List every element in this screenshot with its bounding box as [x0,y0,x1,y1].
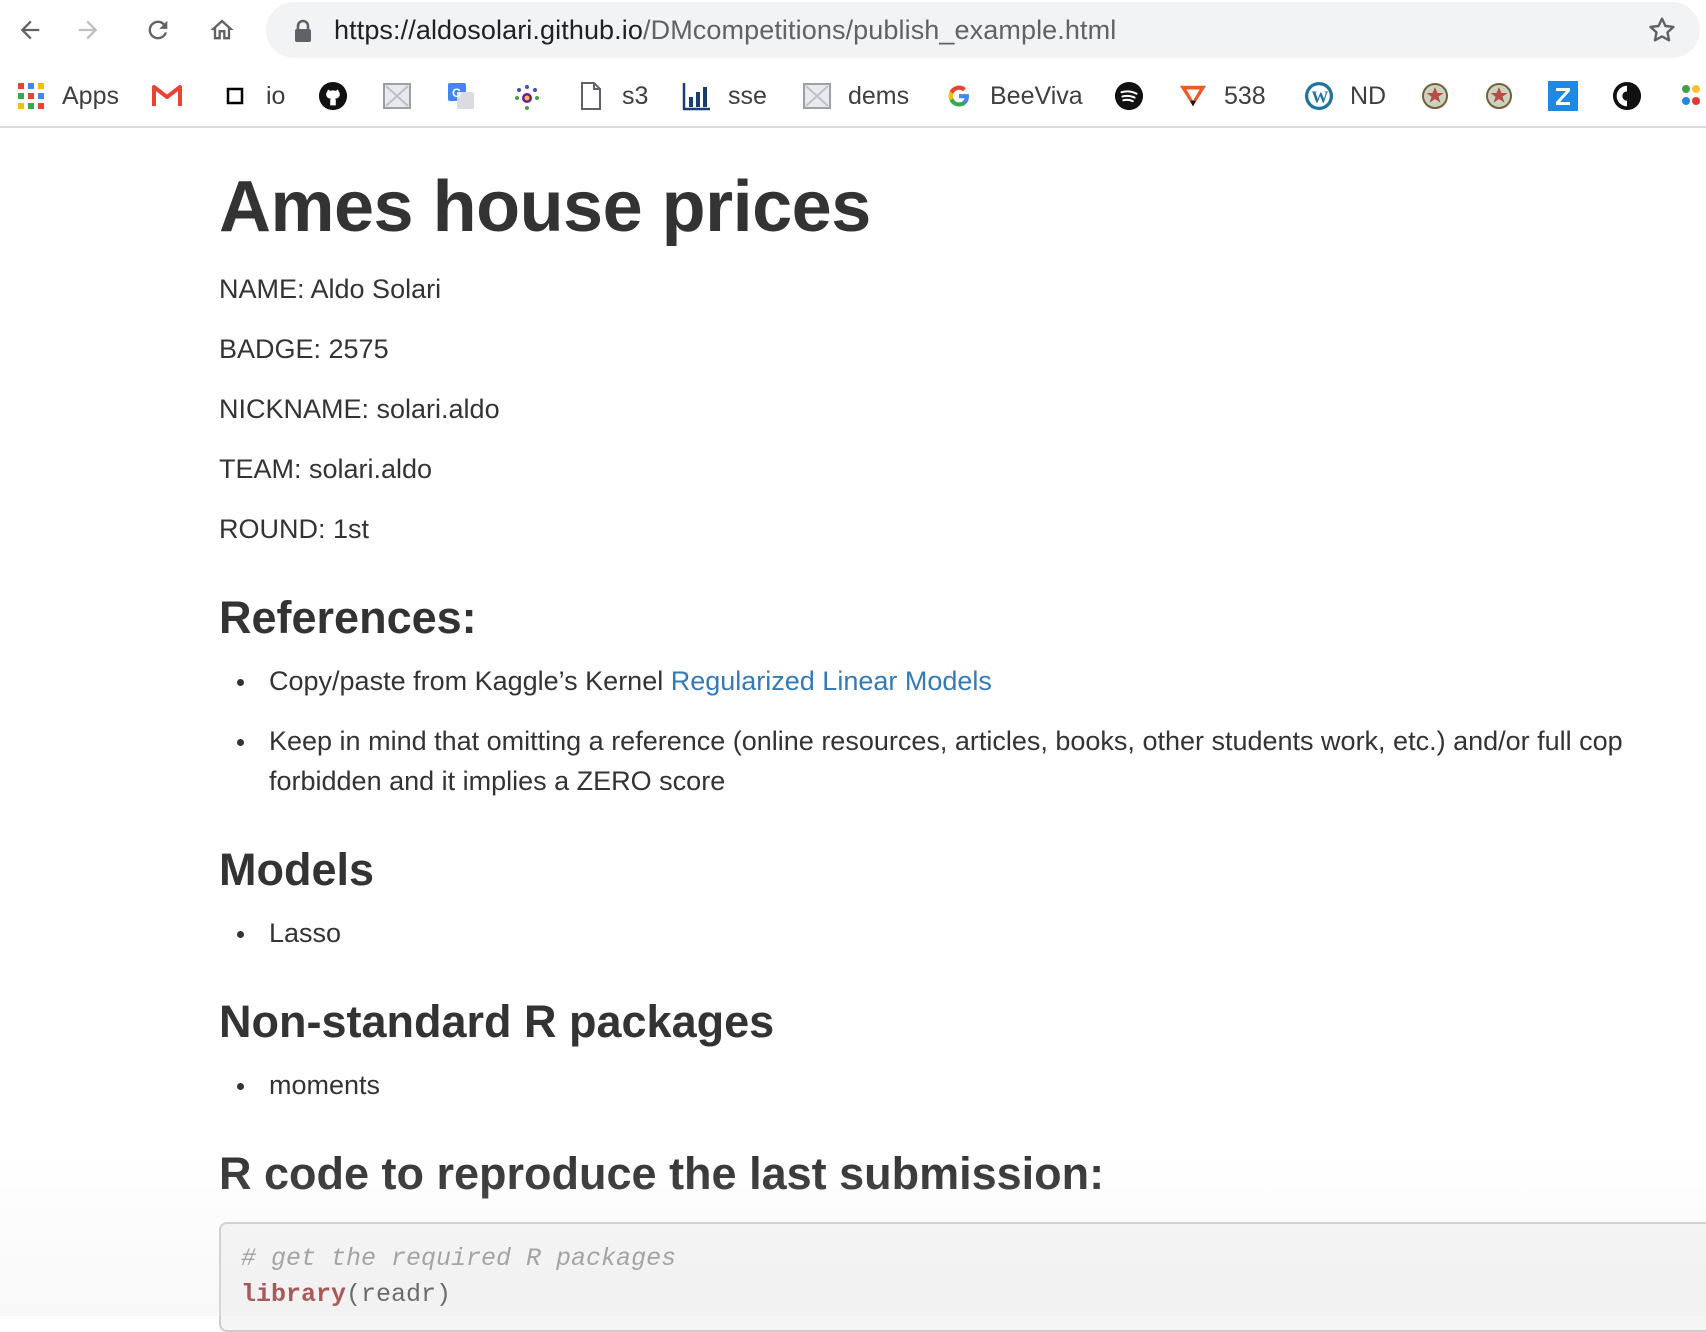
name-field: NAME: Aldo Solari [219,274,442,304]
flower-icon [512,81,542,111]
bookmark-translate[interactable]: G [446,78,476,114]
regularized-linear-models-link[interactable]: Regularized Linear Models [671,666,992,696]
code-line: library(readr) [241,1280,451,1309]
url-text[interactable]: https://aldosolari.github.io/DMcompetiti… [334,15,1116,46]
round-field: ROUND: 1st [219,514,370,544]
emblem-icon [1420,81,1450,111]
packages-heading: Non-standard R packages [219,996,775,1047]
team-field: TEAM: solari.aldo [219,454,433,484]
code-arguments: (readr) [346,1280,452,1309]
bookmark-apps[interactable]: Apps [16,78,119,114]
reference-text: Copy/paste from Kaggle’s Kernel [269,666,671,696]
bookmarks-bar: Apps io G s3 sse dems BeeViva 538 W ND [0,68,1706,128]
bookmark-538[interactable]: 538 [1178,78,1266,114]
bookmark-label: Apps [62,81,119,110]
star-icon[interactable] [1646,14,1678,46]
code-heading: R code to reproduce the last submission: [219,1148,1105,1199]
bookmark-label: s3 [622,81,649,110]
bookmark-dems[interactable]: dems [802,78,909,114]
broken-image-icon [802,81,832,111]
bookmark-s3[interactable]: s3 [576,78,648,114]
models-heading: Models [219,844,375,895]
badge-field: BADGE: 2575 [219,334,389,364]
lock-icon [295,19,311,42]
github-icon [318,81,348,111]
apps-grid-icon [16,81,46,111]
gmail-icon [152,81,182,111]
back-arrow-icon [20,20,40,40]
list-item: Copy/paste from Kaggle’s Kernel Regulari… [237,666,992,697]
list-item: moments [236,1070,381,1101]
bookmark-label: io [266,81,286,110]
bookmark-colorful[interactable] [1676,78,1706,114]
bookmark-label: 538 [1224,81,1266,110]
reload-icon [148,20,168,40]
url-path: /DMcompetitions/publish_example.html [643,15,1117,45]
bookmark-label: sse [728,81,767,110]
forward-arrow-icon [78,20,98,40]
nickname-field: NICKNAME: solari.aldo [219,394,500,424]
emblem-icon [1484,81,1514,111]
reload-button[interactable] [140,12,176,48]
wordpress-icon: W [1304,81,1334,111]
bookmark-broken-image-1[interactable] [382,78,412,114]
forward-button[interactable] [70,12,106,48]
document-icon [576,81,606,111]
reference-note-line1: Keep in mind that omitting a reference (… [269,726,1623,756]
chart-icon [682,81,712,111]
bookmark-spotify[interactable] [1114,78,1144,114]
bookmark-nd[interactable]: W ND [1304,78,1386,114]
code-keyword: library [241,1280,347,1309]
model-name: Lasso [269,918,342,948]
bookmark-gmail[interactable] [152,78,182,114]
list-item-continuation: forbidden and it implies a ZERO score [269,766,725,797]
bookmark-zotero[interactable] [1548,78,1578,114]
broken-image-icon [382,81,412,111]
home-button[interactable] [204,12,240,48]
bookmark-beeviva[interactable]: BeeViva [944,78,1083,114]
bookmark-io[interactable]: io [220,78,285,114]
url-host: https://aldosolari.github.io [334,15,643,45]
translate-icon: G [446,81,476,111]
bookmark-flower[interactable] [512,78,542,114]
code-comment: # get the required R packages [241,1244,677,1273]
list-item: Keep in mind that omitting a reference (… [237,726,1623,757]
google-icon [944,81,974,111]
bookmark-label: dems [848,81,910,110]
bookmark-label: ND [1350,81,1387,110]
bookmark-emblem-1[interactable] [1420,78,1450,114]
reference-note-line2: forbidden and it implies a ZERO score [269,766,726,796]
square-icon [220,81,250,111]
references-heading: References: [219,592,477,643]
page-title: Ames house prices [219,167,871,247]
bookmark-github[interactable] [318,78,348,114]
address-bar[interactable]: https://aldosolari.github.io/DMcompetiti… [266,2,1700,58]
zotero-icon [1548,81,1578,111]
colorful-icon [1676,81,1706,111]
package-name: moments [269,1070,381,1100]
browser-toolbar: https://aldosolari.github.io/DMcompetiti… [0,0,1706,60]
list-item: Lasso [236,918,342,949]
circle-logo-icon [1612,81,1642,111]
bookmark-label: BeeViva [990,81,1083,110]
bookmark-sse[interactable]: sse [682,78,767,114]
spotify-icon [1114,81,1144,111]
home-icon [210,19,234,40]
svg-text:G: G [452,86,461,100]
fivethirtyeight-icon [1178,81,1208,111]
svg-text:W: W [1312,88,1329,107]
back-button[interactable] [12,12,48,48]
bookmark-emblem-2[interactable] [1484,78,1514,114]
bookmark-circle-logo[interactable] [1612,78,1642,114]
